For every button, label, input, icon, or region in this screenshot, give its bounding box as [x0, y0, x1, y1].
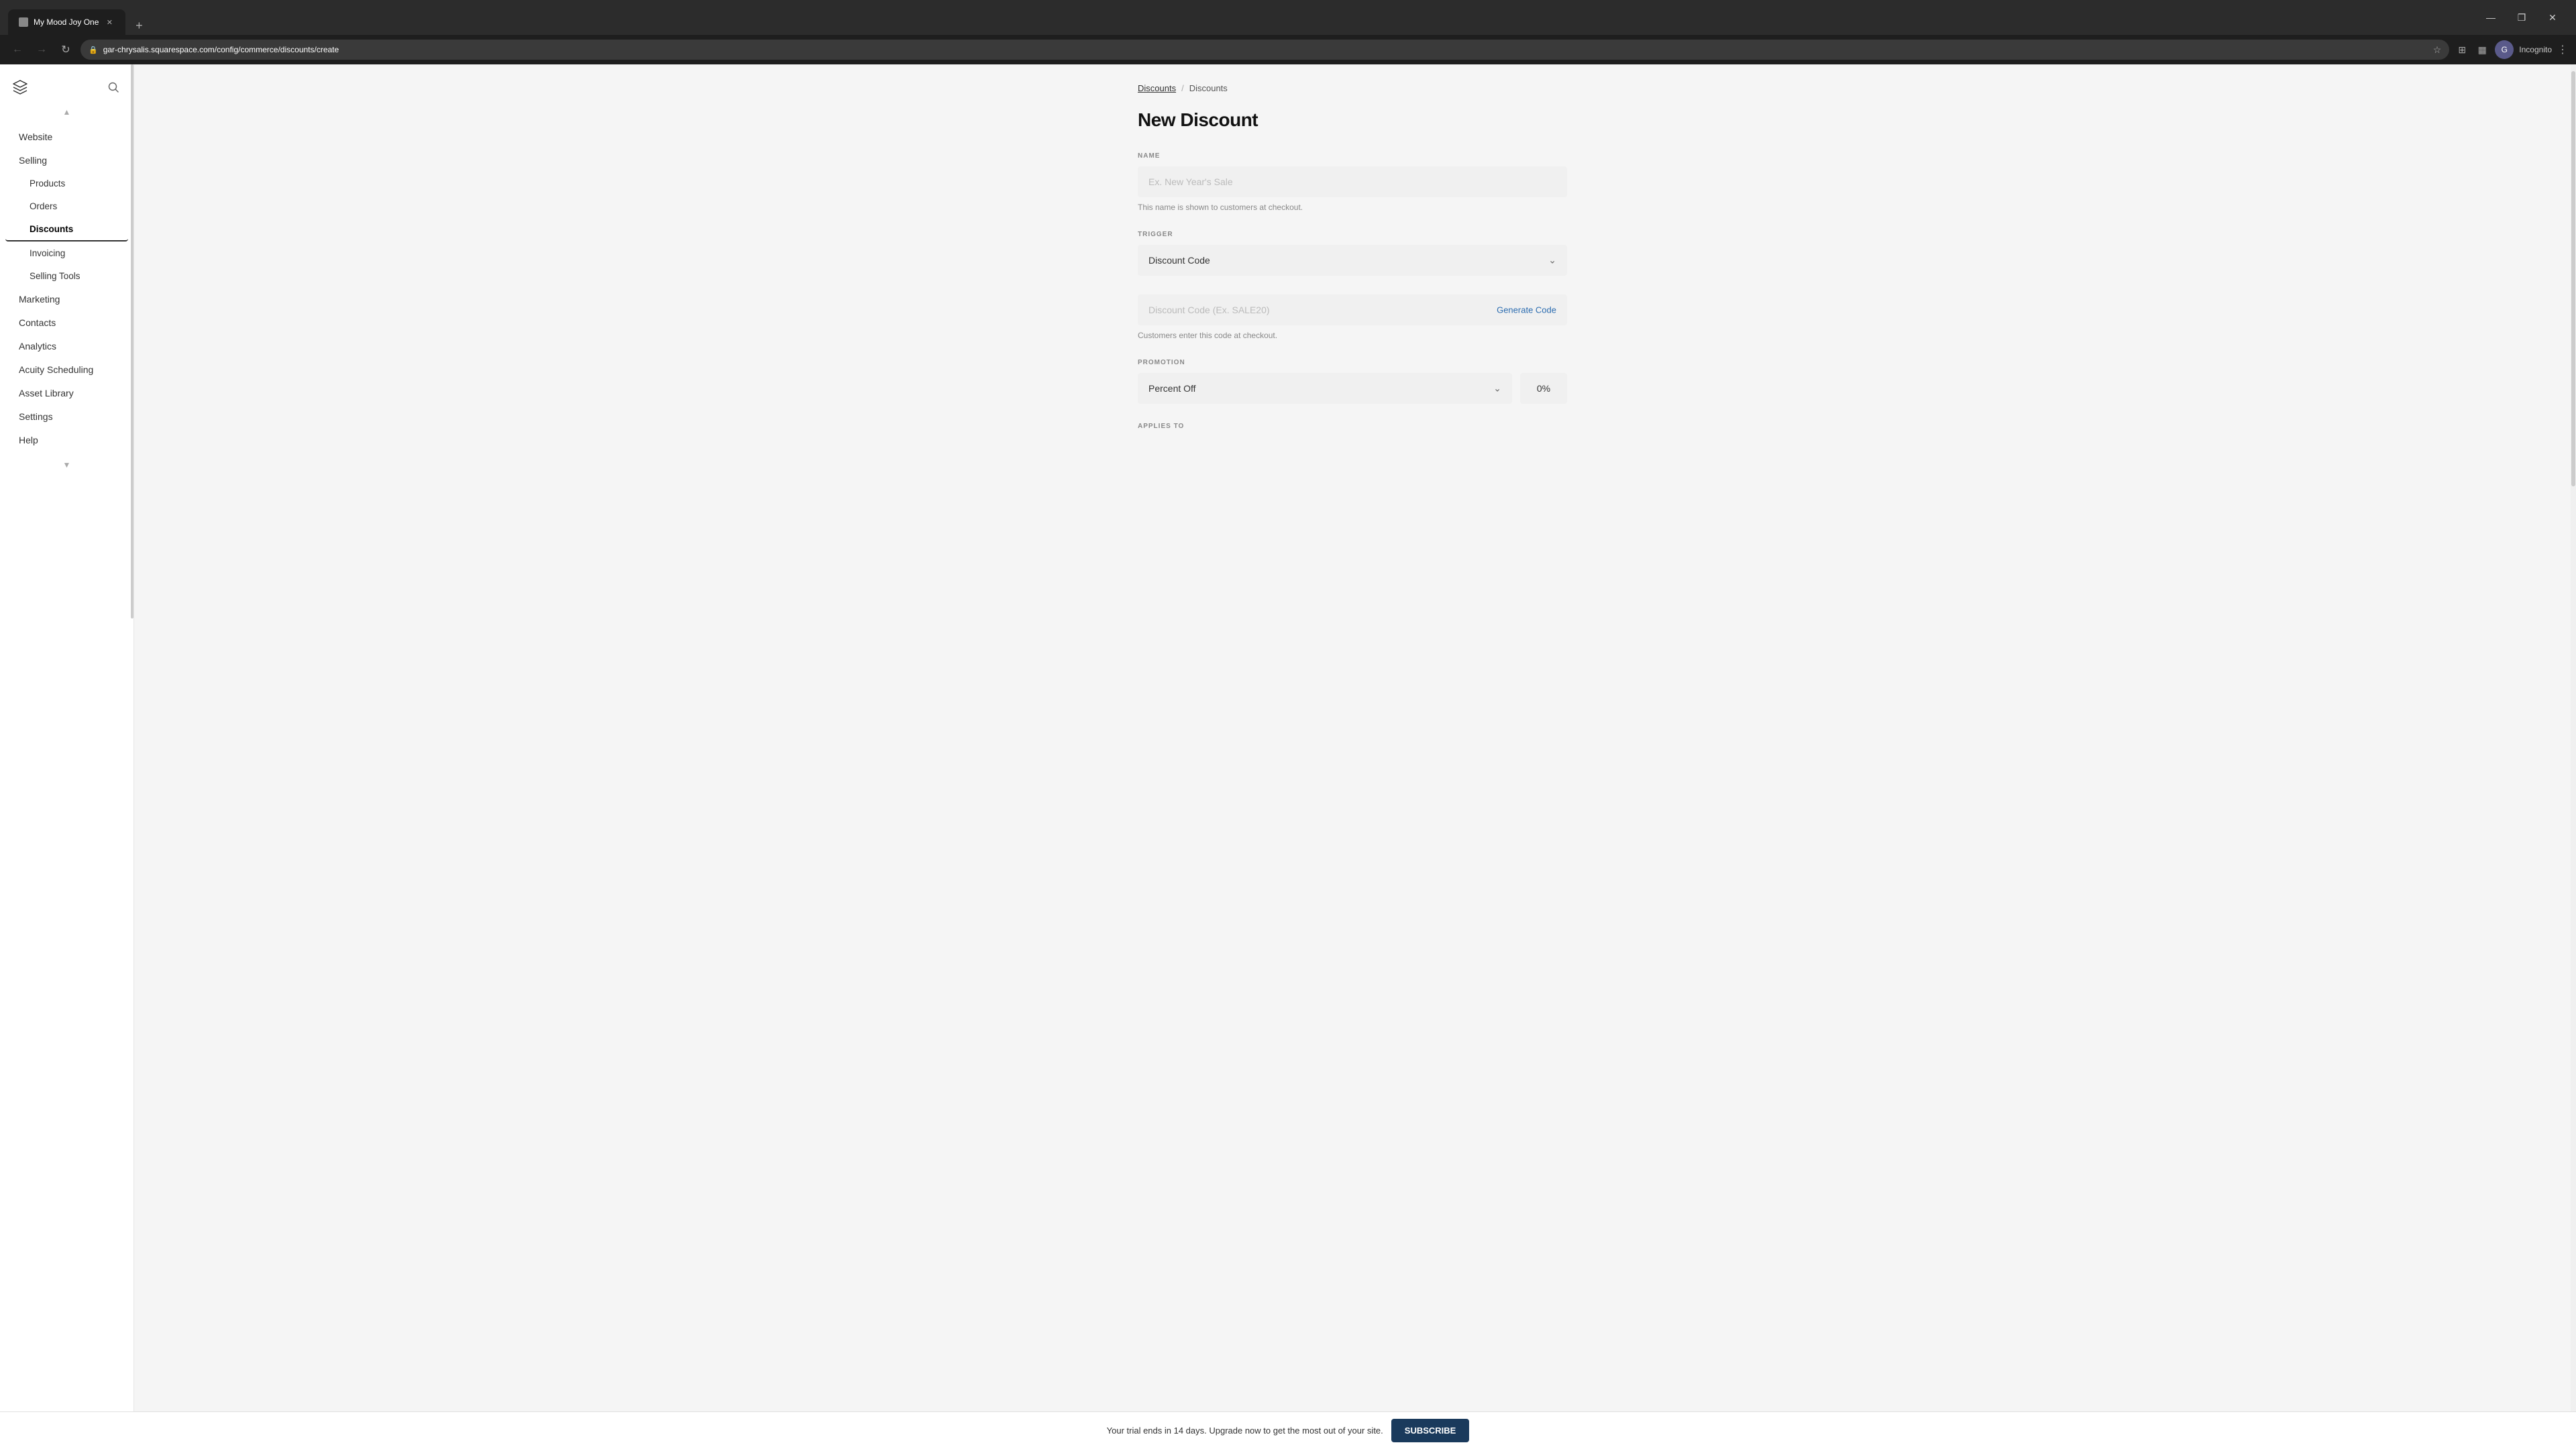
- name-input[interactable]: [1138, 166, 1567, 197]
- sidebar-scrollbar-thumb: [131, 64, 133, 619]
- sidebar-toggle-icon[interactable]: ▦: [2475, 42, 2489, 57]
- breadcrumb: Discounts / Discounts: [1138, 83, 1567, 93]
- tab-close-button[interactable]: ✕: [104, 17, 115, 28]
- tab-favicon: [19, 17, 28, 27]
- incognito-label: Incognito: [2519, 45, 2552, 54]
- sidebar-item-settings[interactable]: Settings: [5, 405, 128, 428]
- sidebar-item-contacts[interactable]: Contacts: [5, 311, 128, 334]
- trigger-label: TRIGGER: [1138, 231, 1567, 238]
- scroll-up-indicator: ▲: [0, 105, 133, 119]
- applies-to-label: APPLIES TO: [1138, 423, 1567, 430]
- sidebar-item-help[interactable]: Help: [5, 429, 128, 451]
- sidebar-item-orders[interactable]: Orders: [5, 195, 128, 217]
- sidebar-item-discounts[interactable]: Discounts: [5, 218, 128, 241]
- scrollbar-thumb: [2571, 71, 2575, 486]
- browser-tabs: My Mood Joy One ✕ +: [8, 0, 148, 35]
- content-inner: Discounts / Discounts New Discount NAME …: [1111, 64, 1594, 502]
- browser-chrome: My Mood Joy One ✕ + — ❐ ✕: [0, 0, 2576, 35]
- subscribe-button[interactable]: SUBSCRIBE: [1391, 1419, 1470, 1442]
- forward-button[interactable]: →: [32, 40, 51, 59]
- sidebar-item-selling[interactable]: Selling: [5, 149, 128, 172]
- trial-text: Your trial ends in 14 days. Upgrade now …: [1107, 1426, 1383, 1436]
- profile-avatar[interactable]: G: [2495, 40, 2514, 59]
- promotion-select[interactable]: Percent Off Fixed Amount Off Free Shippi…: [1138, 373, 1512, 404]
- minimize-button[interactable]: —: [2475, 7, 2506, 28]
- code-hint: Customers enter this code at checkout.: [1138, 331, 1567, 340]
- name-label: NAME: [1138, 152, 1567, 160]
- bookmark-icon[interactable]: ☆: [2433, 44, 2442, 56]
- app-layout: ▲ Website Selling Products Orders Discou…: [0, 64, 2576, 1449]
- discount-code-row: Generate Code: [1138, 294, 1567, 325]
- trial-bar: Your trial ends in 14 days. Upgrade now …: [0, 1411, 2576, 1449]
- breadcrumb-discounts-2: Discounts: [1189, 83, 1228, 93]
- extension-icon[interactable]: ⊞: [2455, 42, 2469, 57]
- right-scrollbar[interactable]: [2571, 64, 2576, 1449]
- nav-bar: ← → ↻ 🔒 gar-chrysalis.squarespace.com/co…: [0, 35, 2576, 64]
- restore-button[interactable]: ❐: [2506, 7, 2537, 28]
- applies-to-section: APPLIES TO: [1138, 423, 1567, 430]
- close-button[interactable]: ✕: [2537, 7, 2568, 28]
- promotion-select-wrapper: Percent Off Fixed Amount Off Free Shippi…: [1138, 373, 1512, 404]
- address-text: gar-chrysalis.squarespace.com/config/com…: [103, 45, 2428, 54]
- scroll-down-indicator[interactable]: ▼: [0, 458, 133, 472]
- page-title: New Discount: [1138, 109, 1567, 131]
- promotion-label: PROMOTION: [1138, 359, 1567, 366]
- sidebar-item-selling-tools[interactable]: Selling Tools: [5, 265, 128, 287]
- profile-area: G Incognito: [2495, 40, 2552, 59]
- back-button[interactable]: ←: [8, 40, 27, 59]
- name-hint: This name is shown to customers at check…: [1138, 203, 1567, 212]
- new-tab-button[interactable]: +: [129, 16, 148, 35]
- tab-title: My Mood Joy One: [34, 17, 99, 27]
- sidebar: ▲ Website Selling Products Orders Discou…: [0, 64, 134, 1449]
- sidebar-item-analytics[interactable]: Analytics: [5, 335, 128, 358]
- active-tab[interactable]: My Mood Joy One ✕: [8, 9, 125, 35]
- trigger-select[interactable]: Discount Code Automatic: [1138, 245, 1567, 276]
- search-button[interactable]: [104, 78, 123, 97]
- address-bar[interactable]: 🔒 gar-chrysalis.squarespace.com/config/c…: [80, 40, 2449, 60]
- content-area: Discounts / Discounts New Discount NAME …: [134, 64, 2571, 1449]
- sidebar-nav: Website Selling Products Orders Discount…: [0, 119, 133, 458]
- sidebar-item-website[interactable]: Website: [5, 125, 128, 148]
- window-controls: — ❐ ✕: [2475, 7, 2568, 28]
- reload-button[interactable]: ↻: [56, 40, 75, 59]
- discount-code-section: Generate Code Customers enter this code …: [1138, 294, 1567, 340]
- squarespace-logo[interactable]: [11, 78, 30, 97]
- name-section: NAME This name is shown to customers at …: [1138, 152, 1567, 212]
- promotion-row: Percent Off Fixed Amount Off Free Shippi…: [1138, 373, 1567, 404]
- breadcrumb-separator: /: [1181, 83, 1184, 93]
- sidebar-item-products[interactable]: Products: [5, 172, 128, 195]
- sidebar-top: [0, 64, 133, 105]
- sidebar-item-acuity[interactable]: Acuity Scheduling: [5, 358, 128, 381]
- browser-menu-icon[interactable]: ⋮: [2557, 43, 2568, 56]
- percent-input[interactable]: [1520, 373, 1567, 404]
- sidebar-scrollbar: [131, 64, 133, 1449]
- promotion-section: PROMOTION Percent Off Fixed Amount Off F…: [1138, 359, 1567, 404]
- generate-code-button[interactable]: Generate Code: [1497, 305, 1556, 315]
- trigger-section: TRIGGER Discount Code Automatic ⌄: [1138, 231, 1567, 276]
- sidebar-item-asset-library[interactable]: Asset Library: [5, 382, 128, 405]
- sidebar-item-marketing[interactable]: Marketing: [5, 288, 128, 311]
- sidebar-item-invoicing[interactable]: Invoicing: [5, 242, 128, 264]
- trigger-select-wrapper: Discount Code Automatic ⌄: [1138, 245, 1567, 276]
- breadcrumb-discounts[interactable]: Discounts: [1138, 83, 1176, 93]
- lock-icon: 🔒: [89, 46, 98, 54]
